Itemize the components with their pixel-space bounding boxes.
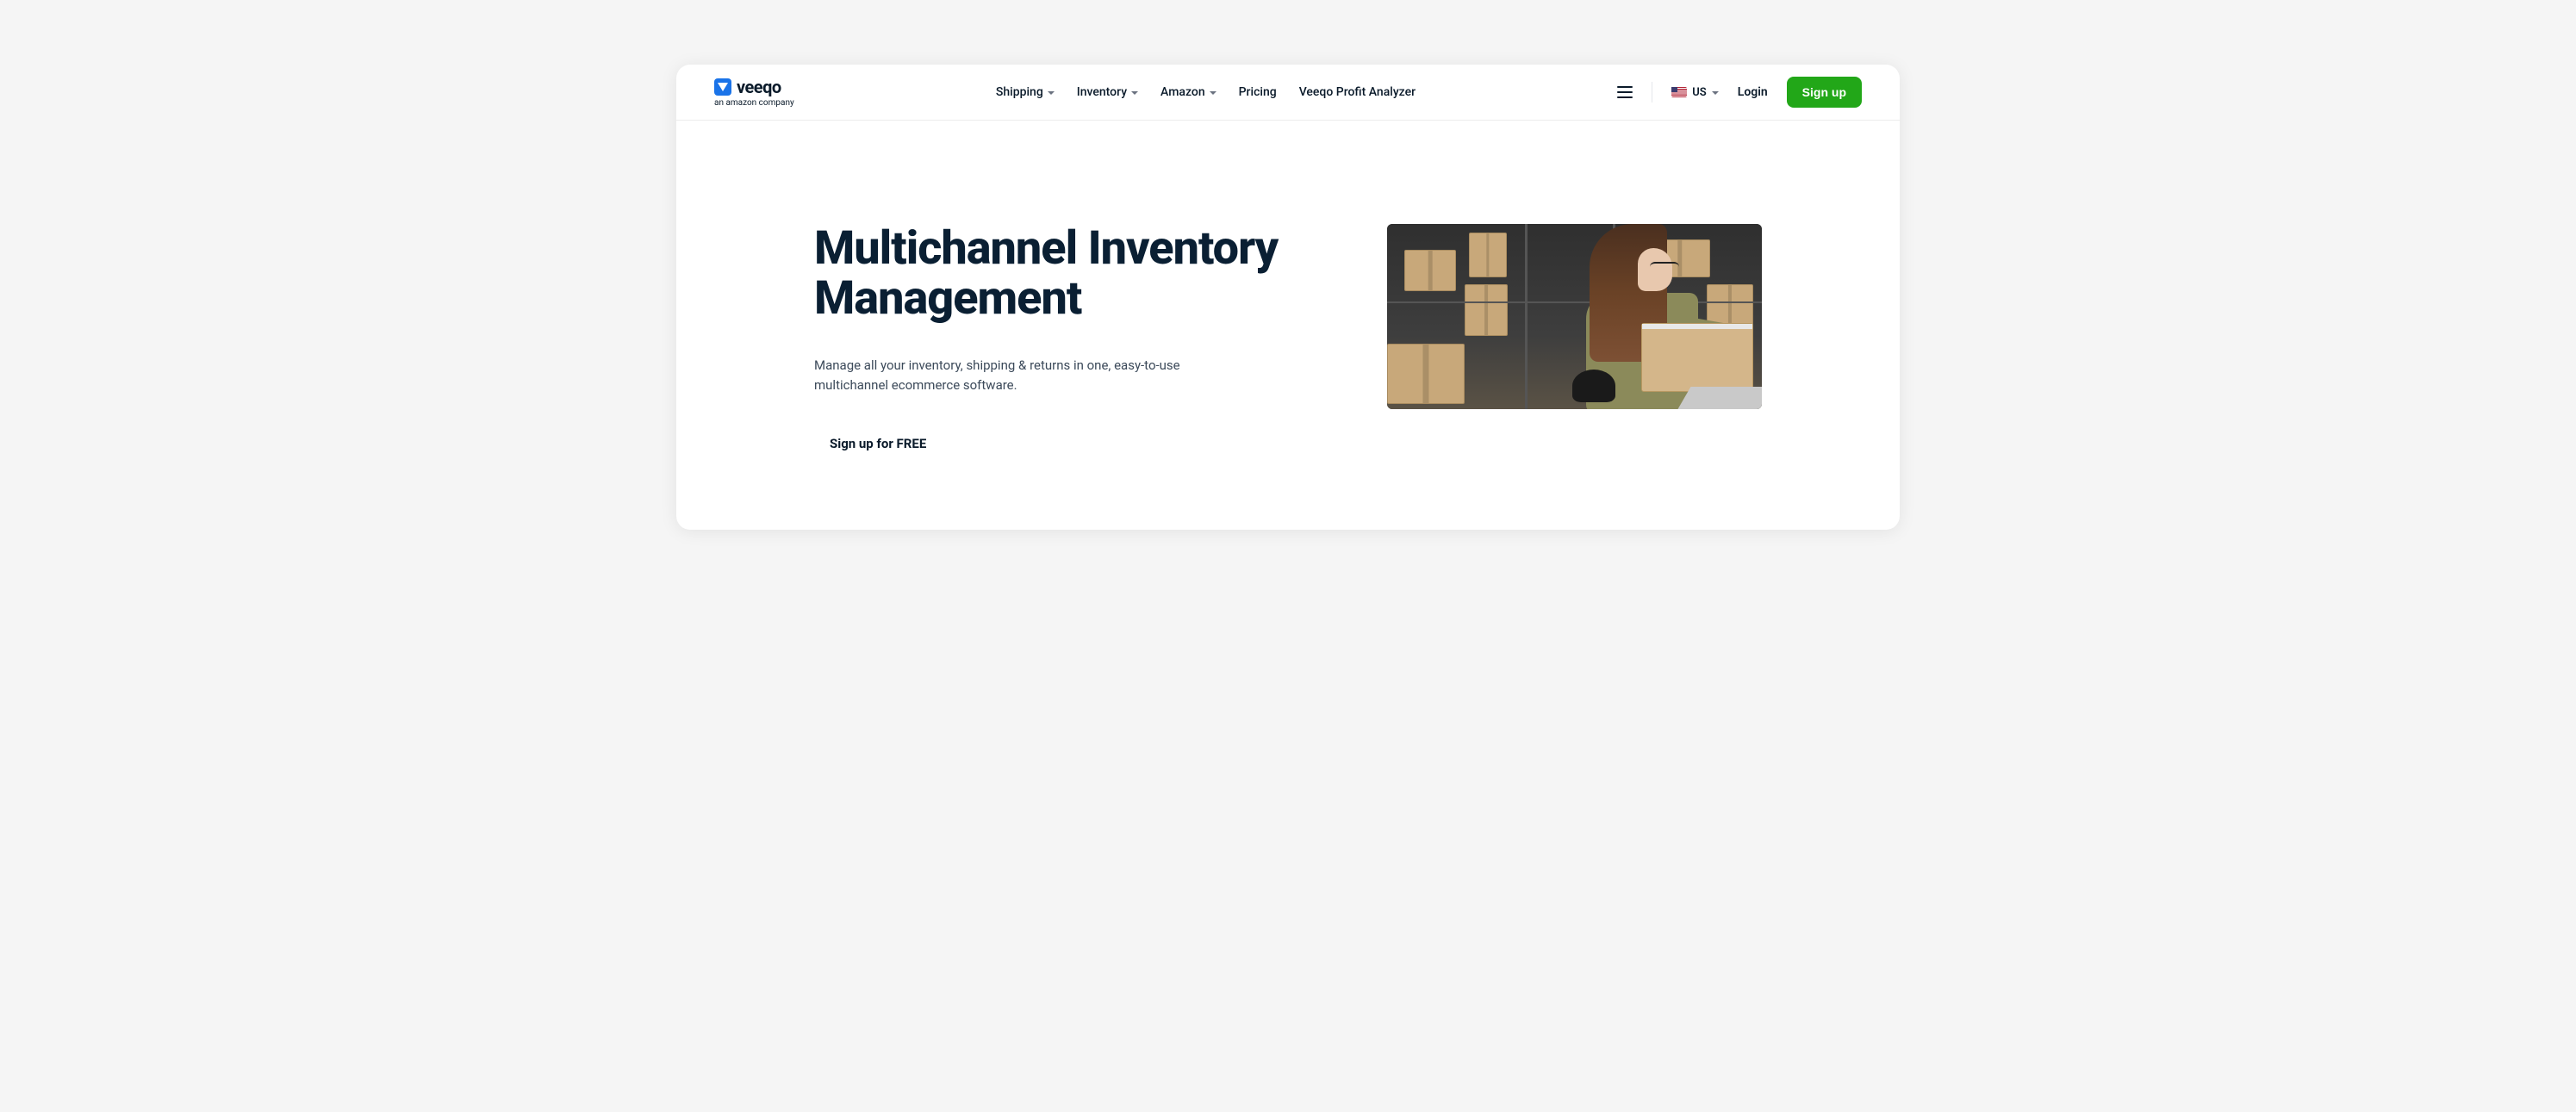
box-icon xyxy=(1404,250,1456,291)
signup-button[interactable]: Sign up xyxy=(1787,77,1862,108)
box-icon xyxy=(1465,284,1508,336)
hero-title: Multichannel Inventory Management xyxy=(814,224,1353,325)
laptop-icon xyxy=(1677,387,1762,409)
chevron-down-icon xyxy=(1210,91,1216,95)
menu-button[interactable] xyxy=(1617,86,1633,98)
us-flag-icon xyxy=(1671,87,1687,97)
hamburger-line-icon xyxy=(1617,96,1633,98)
logo-brand-text: veeqo xyxy=(737,77,781,97)
chevron-down-icon xyxy=(1048,91,1055,95)
nav-profit-analyzer[interactable]: Veeqo Profit Analyzer xyxy=(1299,85,1416,99)
nav-shipping[interactable]: Shipping xyxy=(996,85,1055,99)
hero-subtitle: Manage all your inventory, shipping & re… xyxy=(814,356,1193,396)
locale-selector[interactable]: US xyxy=(1671,86,1718,99)
page-card: veeqo an amazon company Shipping Invento… xyxy=(676,65,1900,530)
logo-row: veeqo xyxy=(714,77,781,97)
nav-amazon-label: Amazon xyxy=(1160,85,1205,99)
nav-pricing[interactable]: Pricing xyxy=(1239,85,1277,99)
hero-left: Multichannel Inventory Management Manage… xyxy=(728,224,1353,451)
chevron-down-icon xyxy=(1712,91,1719,95)
header-right: US Login Sign up xyxy=(1617,77,1862,108)
hamburger-line-icon xyxy=(1617,86,1633,88)
glasses-icon xyxy=(1650,262,1679,272)
logo-tagline: an amazon company xyxy=(714,98,794,108)
front-box-icon xyxy=(1641,323,1753,392)
box-icon xyxy=(1469,233,1507,277)
logo[interactable]: veeqo an amazon company xyxy=(714,77,794,108)
nav-shipping-label: Shipping xyxy=(996,85,1043,99)
login-link[interactable]: Login xyxy=(1738,85,1768,99)
shelf-bar-icon xyxy=(1525,224,1528,409)
locale-code: US xyxy=(1692,86,1706,99)
signup-free-link[interactable]: Sign up for FREE xyxy=(814,436,926,451)
nav-analyzer-label: Veeqo Profit Analyzer xyxy=(1299,85,1416,99)
nav-pricing-label: Pricing xyxy=(1239,85,1277,99)
primary-nav: Shipping Inventory Amazon Pricing Veeqo … xyxy=(996,85,1416,99)
nav-inventory-label: Inventory xyxy=(1077,85,1127,99)
chevron-down-icon xyxy=(1131,91,1138,95)
scanner-icon xyxy=(1572,370,1615,402)
nav-amazon[interactable]: Amazon xyxy=(1160,85,1216,99)
logo-mark-icon xyxy=(714,78,731,96)
hamburger-line-icon xyxy=(1617,91,1633,93)
box-icon xyxy=(1387,344,1465,404)
site-header: veeqo an amazon company Shipping Invento… xyxy=(676,65,1900,121)
hero-image xyxy=(1387,224,1762,409)
nav-inventory[interactable]: Inventory xyxy=(1077,85,1138,99)
hero-section: Multichannel Inventory Management Manage… xyxy=(676,121,1900,503)
